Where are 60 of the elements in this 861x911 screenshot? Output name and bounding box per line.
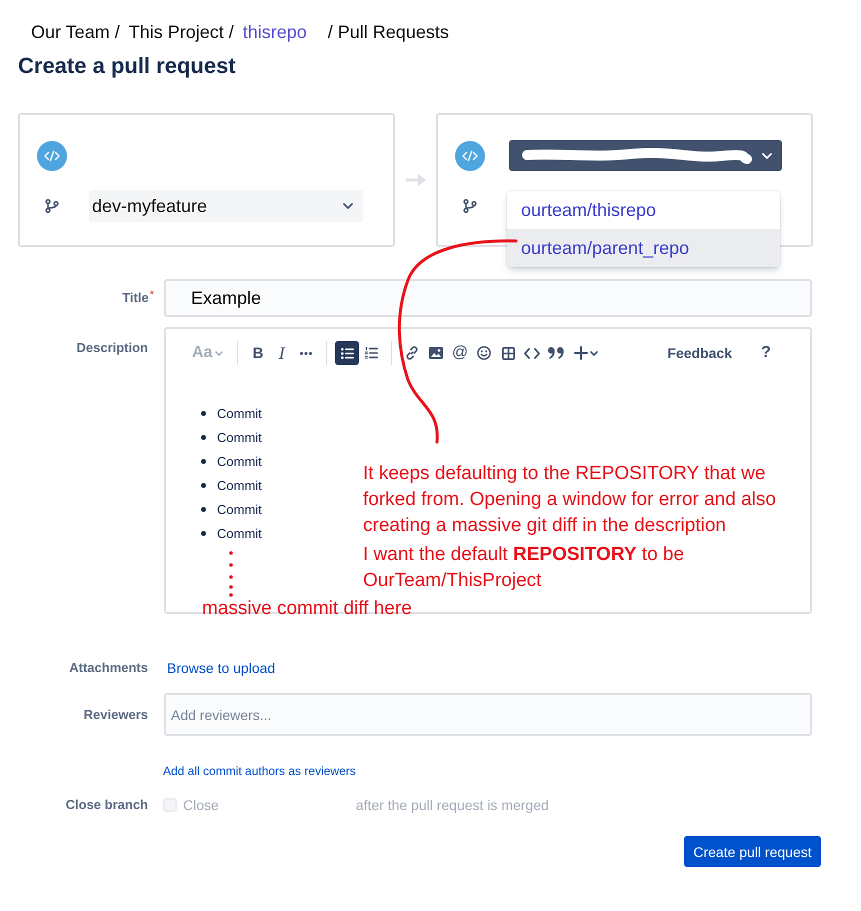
bullet-icon [201, 482, 206, 488]
checkbox-label: Close [183, 797, 219, 813]
link-icon [405, 346, 419, 360]
bullet-icon [201, 458, 206, 464]
create-pull-request-button[interactable]: Create pull request [684, 836, 821, 867]
field-label: Description [76, 340, 148, 356]
list-item-text: Commit [217, 502, 262, 516]
page-title: Create a pull request [18, 52, 236, 80]
bullet-list-icon [340, 348, 354, 358]
mention-button[interactable]: @ [448, 341, 472, 365]
field-label: Attachments [69, 660, 148, 676]
repository-select[interactable] [509, 140, 782, 171]
table-icon [502, 346, 514, 360]
repository-option[interactable]: ourteam/parent_repo [507, 229, 780, 267]
title-input[interactable]: Example [164, 279, 812, 317]
italic-button[interactable]: I [270, 341, 294, 365]
code-icon [37, 140, 67, 170]
browse-upload-link[interactable]: Browse to upload [167, 660, 276, 676]
reviewers-input[interactable]: Add reviewers... [164, 693, 812, 736]
list-item-text: Commit [217, 454, 262, 468]
checkbox-hint: after the pull request is merged [356, 797, 549, 813]
list-item-text: Commit [217, 406, 262, 420]
field-label: Title [122, 290, 149, 306]
dotted-line [228, 550, 234, 598]
branch-icon [45, 199, 59, 213]
breadcrumb-text: / Pull Requests [328, 21, 449, 43]
code-icon [455, 140, 485, 170]
emoji-icon [477, 346, 491, 360]
breadcrumb-link[interactable]: thisrepo [242, 21, 307, 43]
code-icon [524, 348, 540, 358]
bold-button[interactable]: B [246, 341, 270, 365]
bullet-icon [201, 434, 206, 440]
required-asterisk: * [150, 290, 154, 301]
chevron-down-icon [215, 350, 224, 356]
bullet-icon [201, 530, 206, 536]
list-item-text: Commit [217, 526, 262, 540]
feedback-button[interactable]: Feedback [667, 345, 732, 361]
add-authors-link[interactable]: Add all commit authors as reviewers [163, 764, 356, 778]
arrow-right-icon [406, 173, 426, 187]
image-icon [429, 347, 443, 359]
field-label: Close branch [66, 797, 148, 813]
more-icon [300, 352, 312, 354]
chevron-down-icon [343, 203, 353, 209]
branch-icon [463, 199, 477, 213]
list-item-text: Commit [217, 430, 262, 444]
help-button[interactable]: ? [760, 344, 772, 362]
plus-chevron-icon [574, 346, 598, 360]
field-label: Reviewers [84, 706, 148, 722]
numbered-list-icon [364, 347, 378, 359]
bullet-icon [201, 506, 206, 512]
branch-select[interactable]: dev-myfeature [89, 190, 363, 222]
breadcrumb-text: Our Team / [31, 21, 120, 43]
quote-icon [548, 347, 564, 359]
bullet-list-button[interactable] [335, 341, 359, 365]
repository-option[interactable]: ourteam/thisrepo [507, 191, 780, 229]
bullet-icon [201, 410, 206, 416]
chevron-down-icon [762, 152, 772, 158]
breadcrumb-text: This Project / [128, 21, 234, 43]
annotation-note: I want the default REPOSITORY to be OurTeam/ThisProject [363, 543, 686, 593]
list-item-text: Commit [217, 478, 262, 492]
